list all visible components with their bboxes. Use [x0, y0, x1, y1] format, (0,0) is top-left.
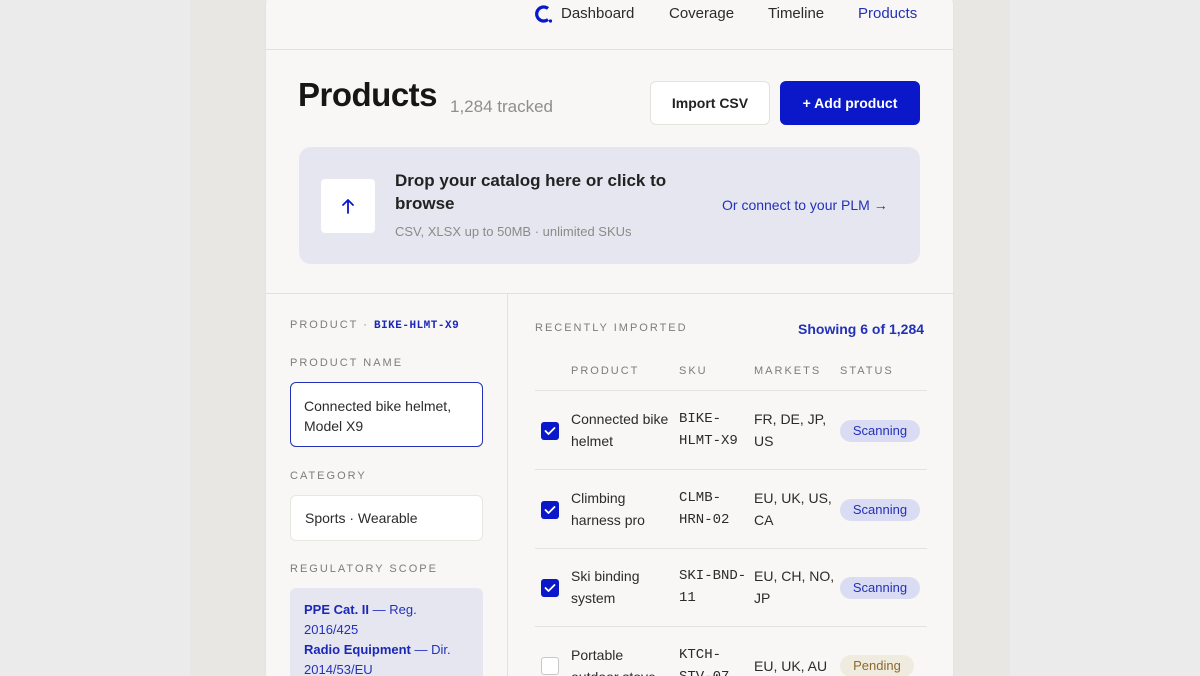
connect-plm-link[interactable]: Or connect to your PLM →: [722, 197, 888, 213]
regulatory-scope-label: REGULATORY SCOPE: [290, 563, 438, 575]
nav-products[interactable]: Products: [858, 5, 917, 22]
backdrop-left: [0, 0, 190, 676]
col-header-sku[interactable]: SKU: [679, 365, 708, 377]
scope-item: Radio Equipment — Dir. 2014/53/EU: [304, 642, 451, 676]
status-badge: Scanning: [840, 577, 920, 599]
row-checkbox[interactable]: [541, 422, 559, 440]
cell-product: Portable outdoor stove: [571, 647, 656, 676]
row-checkbox[interactable]: [541, 579, 559, 597]
add-product-button[interactable]: + Add product: [780, 81, 920, 125]
import-csv-button[interactable]: Import CSV: [650, 81, 770, 125]
product-code-label: PRODUCT · BIKE-HLMT-X9: [290, 319, 460, 332]
cell-product: Climbing harness pro: [571, 490, 645, 528]
recently-imported-title: RECENTLY IMPORTED: [535, 322, 688, 334]
product-name-label: PRODUCT NAME: [290, 357, 404, 369]
row-divider: [535, 626, 927, 627]
checkmark-icon: [544, 427, 556, 435]
row-divider: [535, 548, 927, 549]
top-nav: Dashboard Coverage Timeline Products: [266, 0, 953, 50]
status-badge: Scanning: [840, 499, 920, 521]
row-checkbox[interactable]: [541, 501, 559, 519]
cell-sku: KTCH-STV-07: [679, 647, 729, 676]
col-header-status[interactable]: STATUS: [840, 365, 894, 377]
cell-sku: BIKE-HLMT-X9: [679, 411, 738, 449]
showing-count-link[interactable]: Showing 6 of 1,284: [798, 321, 924, 337]
checkmark-icon: [544, 584, 556, 592]
cell-markets: EU, UK, AU: [754, 658, 828, 674]
cell-markets: EU, UK, US, CA: [754, 490, 832, 528]
scope-item: PPE Cat. II — Reg. 2016/425: [304, 602, 417, 637]
checkmark-icon: [544, 506, 556, 514]
panel-divider: [507, 293, 508, 676]
nav-dashboard[interactable]: Dashboard: [561, 5, 634, 22]
category-label: CATEGORY: [290, 470, 367, 482]
cell-sku: CLMB-HRN-02: [679, 490, 730, 528]
regulatory-scope-box: PPE Cat. II — Reg. 2016/425 Radio Equipm…: [290, 588, 483, 676]
section-divider: [266, 293, 953, 294]
arrow-up-icon: [342, 199, 354, 214]
cell-product: Ski binding system: [571, 568, 640, 606]
status-badge: Scanning: [840, 420, 920, 442]
nav-timeline[interactable]: Timeline: [768, 5, 824, 22]
product-code: BIKE-HLMT-X9: [373, 320, 460, 332]
nav-coverage[interactable]: Coverage: [669, 5, 734, 22]
cell-markets: EU, CH, NO, JP: [754, 568, 835, 606]
catalog-dropzone[interactable]: Drop your catalog here or click to brows…: [299, 147, 920, 264]
page-title: Products: [298, 76, 438, 113]
row-checkbox[interactable]: [541, 657, 559, 675]
col-header-product[interactable]: PRODUCT: [571, 365, 639, 377]
dropzone-subtitle: CSV, XLSX up to 50MB · unlimited SKUs: [395, 224, 632, 239]
col-header-markets[interactable]: MARKETS: [754, 365, 821, 377]
product-name-input[interactable]: Connected bike helmet, Model X9: [290, 382, 483, 447]
status-badge: Pending: [840, 655, 914, 676]
app-window: Dashboard Coverage Timeline Products Pro…: [266, 0, 953, 676]
dropzone-title: Drop your catalog here or click to brows…: [395, 171, 667, 213]
product-count: 1,284 tracked: [450, 97, 554, 116]
cell-product: Connected bike helmet: [571, 411, 669, 449]
cell-sku: SKI-BND-11: [679, 568, 747, 606]
backdrop-right: [1010, 0, 1200, 676]
upload-icon-box: [321, 179, 375, 233]
row-divider: [535, 390, 927, 391]
brand-logo-icon[interactable]: [534, 4, 554, 24]
row-divider: [535, 469, 927, 470]
cell-markets: FR, DE, JP, US: [754, 411, 827, 449]
category-select[interactable]: Sports · Wearable: [290, 495, 483, 541]
